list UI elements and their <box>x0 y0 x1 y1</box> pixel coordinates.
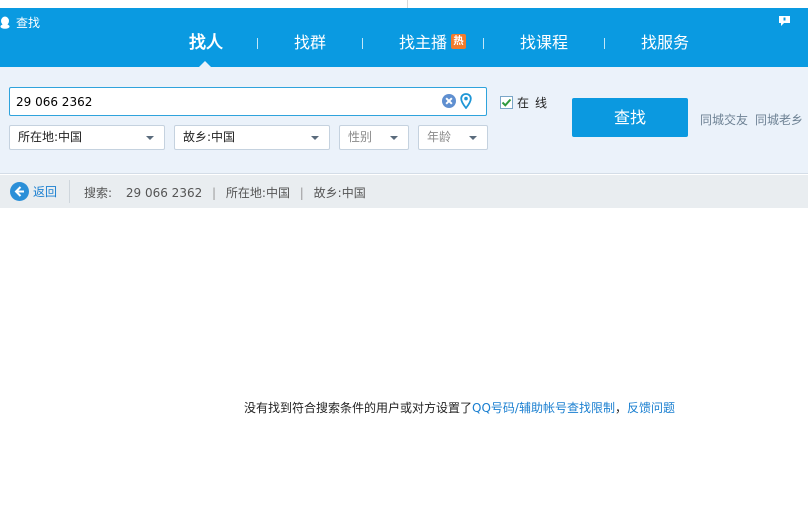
hot-badge: 热 <box>451 34 466 49</box>
summary-separator: | <box>212 186 217 200</box>
online-filter[interactable]: 在线 <box>500 94 553 111</box>
find-button[interactable]: 查找 <box>572 98 688 137</box>
location-dropdown[interactable]: 所在地:中国 <box>9 125 165 150</box>
clear-icon[interactable] <box>442 94 456 108</box>
find-window: 查找 找人 找群 找主播 热 找课程 找服务 29 066 2362 在线 所在… <box>0 0 808 511</box>
top-strip <box>0 0 808 8</box>
summary-location: 所在地:中国 <box>225 186 290 200</box>
search-summary: 搜索: 29 066 2362 | 所在地:中国 | 故乡:中国 <box>84 184 366 201</box>
search-panel: 在线 所在地:中国 故乡:中国 性别 年龄 查找 同城交友 同城老乡 <box>0 67 808 174</box>
tab-separator <box>604 38 605 49</box>
back-label: 返回 <box>33 185 58 199</box>
comma: ， <box>614 401 627 415</box>
online-checkbox[interactable] <box>500 96 513 109</box>
hometown-dropdown-value: 故乡:中国 <box>183 130 236 144</box>
tab-find-groups[interactable]: 找群 <box>294 32 326 54</box>
gender-dropdown[interactable]: 性别 <box>339 125 409 150</box>
age-dropdown-value: 年龄 <box>427 130 452 144</box>
header: 查找 找人 找群 找主播 热 找课程 找服务 <box>0 8 808 67</box>
result-bar-divider <box>69 180 70 203</box>
tab-find-streamers[interactable]: 找主播 <box>399 32 447 54</box>
summary-hometown: 故乡:中国 <box>313 186 366 200</box>
summary-prefix: 搜索: <box>84 186 113 200</box>
tab-separator <box>257 38 258 49</box>
empty-result-message: 没有找到符合搜索条件的用户或对方设置了QQ号码/辅助帐号查找限制，反馈问题 <box>244 399 675 416</box>
tab-separator <box>362 38 363 49</box>
chevron-down-icon <box>390 136 398 140</box>
tab-find-courses[interactable]: 找课程 <box>520 32 568 54</box>
local-friends-link[interactable]: 同城交友 <box>700 111 748 128</box>
summary-query: 29 066 2362 <box>125 186 203 200</box>
feedback-link[interactable]: 反馈问题 <box>627 401 675 415</box>
age-dropdown[interactable]: 年龄 <box>418 125 488 150</box>
hometown-dropdown[interactable]: 故乡:中国 <box>174 125 330 150</box>
summary-separator: | <box>299 186 304 200</box>
chevron-down-icon <box>469 136 477 140</box>
tab-find-services[interactable]: 找服务 <box>641 32 689 54</box>
search-box <box>9 87 487 116</box>
back-button[interactable]: 返回 <box>10 182 57 201</box>
tab-separator <box>483 38 484 49</box>
chevron-down-icon <box>146 136 154 140</box>
fellow-townsmen-link[interactable]: 同城老乡 <box>755 111 803 128</box>
tab-find-people[interactable]: 找人 <box>189 32 223 54</box>
location-pin-icon[interactable] <box>460 93 472 109</box>
online-label: 在线 <box>517 96 554 110</box>
strip-divider <box>407 0 408 8</box>
gender-dropdown-value: 性别 <box>348 130 373 144</box>
result-bar: 返回 搜索: 29 066 2362 | 所在地:中国 | 故乡:中国 <box>0 175 808 208</box>
search-limit-link[interactable]: QQ号码/辅助帐号查找限制 <box>472 401 615 415</box>
search-input[interactable] <box>16 91 436 112</box>
location-dropdown-value: 所在地:中国 <box>18 130 83 144</box>
back-arrow-icon <box>10 182 29 201</box>
chevron-down-icon <box>311 136 319 140</box>
check-icon <box>501 98 512 107</box>
tab-bar: 找人 找群 找主播 热 找课程 找服务 <box>0 8 808 67</box>
empty-result-text: 没有找到符合搜索条件的用户或对方设置了 <box>244 401 473 415</box>
